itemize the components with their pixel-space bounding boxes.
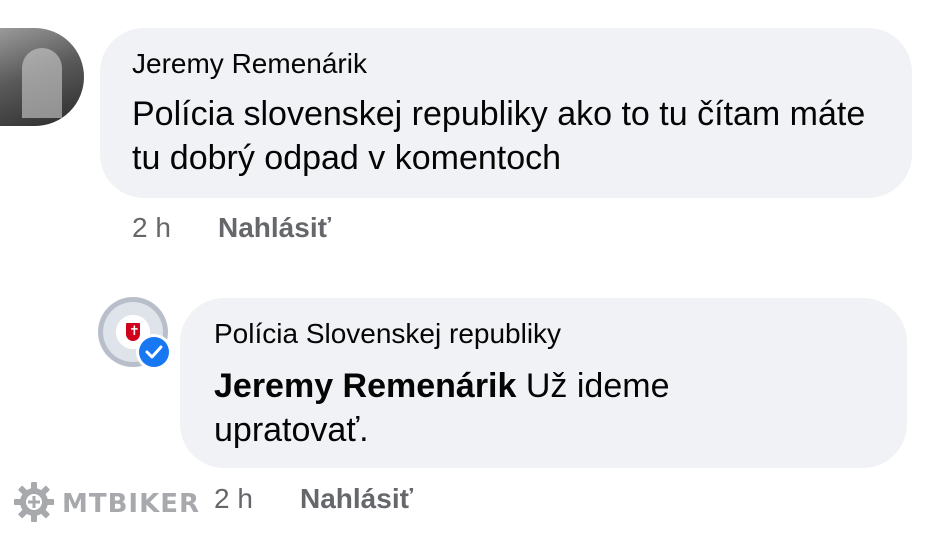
comment-bubble: Jeremy Remenárik Polícia slovenskej repu… (100, 28, 912, 198)
reply-timestamp[interactable]: 2 h (214, 483, 253, 515)
avatar-photo (22, 48, 62, 118)
comment-text: Polícia slovenskej republiky ako to tu č… (132, 95, 866, 177)
avatar-jeremy[interactable] (0, 28, 84, 126)
reply-author[interactable]: Polícia Slovenskej republiky (214, 318, 561, 350)
reply-report-button[interactable]: Nahlásiť (300, 483, 413, 515)
comment-timestamp[interactable]: 2 h (132, 212, 171, 244)
reply-text: Jeremy Remenárik Už ideme upratovať. (214, 364, 774, 452)
report-button[interactable]: Nahlásiť (218, 212, 331, 244)
gear-icon (12, 480, 56, 529)
comment-author[interactable]: Jeremy Remenárik (132, 48, 367, 80)
mention-link[interactable]: Jeremy Remenárik (214, 367, 516, 405)
mtbiker-watermark: MTBIKER (12, 480, 201, 529)
verified-badge-icon (136, 334, 172, 370)
watermark-text: MTBIKER (62, 489, 201, 519)
reply-bubble: Polícia Slovenskej republiky Jeremy Reme… (180, 298, 907, 468)
